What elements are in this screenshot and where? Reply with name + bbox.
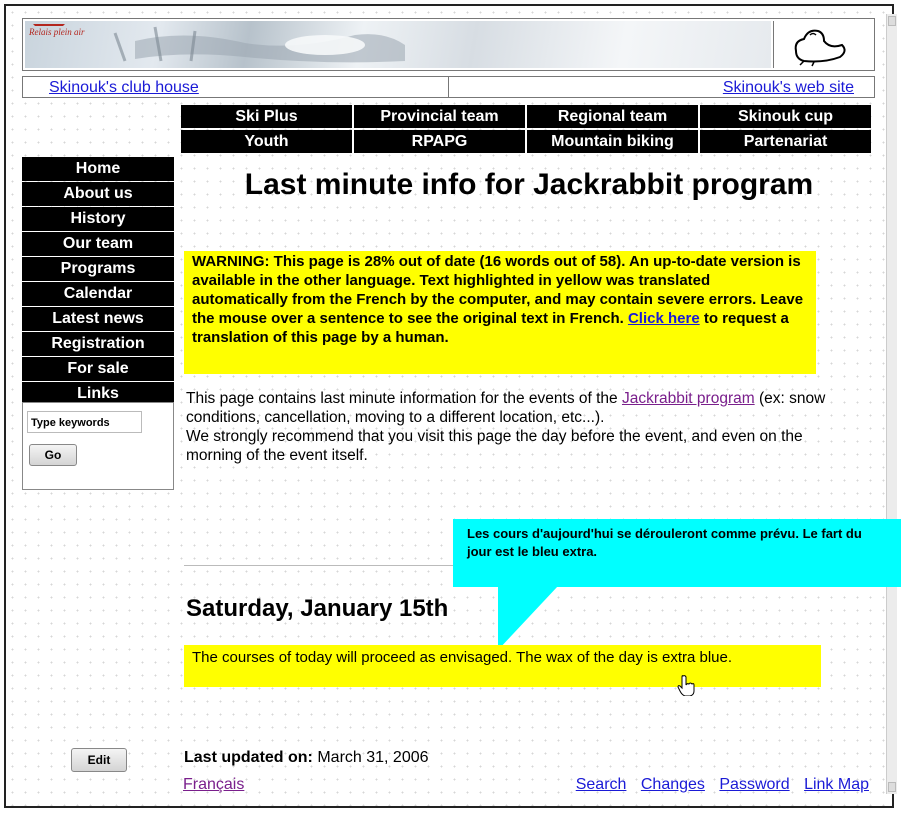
last-updated-label: Last updated on:	[184, 749, 313, 766]
snowy-owl-photo	[113, 26, 405, 63]
divider	[448, 77, 449, 97]
sidenav-our-team[interactable]: Our team	[22, 232, 174, 256]
event-date-heading: Saturday, January 15th	[186, 595, 449, 622]
translated-sentence[interactable]: The courses of today will proceed as env…	[184, 645, 821, 687]
hand-pointer-icon	[677, 675, 695, 697]
top-navigation: Ski Plus Provincial team Regional team S…	[181, 105, 871, 153]
search-input[interactable]: Type keywords	[27, 411, 142, 433]
header-banner: Relais plein air	[22, 18, 875, 71]
francais-link[interactable]: Français	[183, 776, 244, 794]
password-link[interactable]: Password	[719, 776, 789, 793]
edit-button[interactable]: Edit	[71, 748, 127, 772]
sidenav-latest-news[interactable]: Latest news	[22, 307, 174, 331]
sidenav-programs[interactable]: Programs	[22, 257, 174, 281]
sidenav-about-us[interactable]: About us	[22, 182, 174, 206]
original-french-tooltip: Les cours d'aujourd'hui se dérouleront c…	[453, 519, 901, 587]
owl-logo	[773, 21, 872, 68]
recommend-text: We strongly recommend that you visit thi…	[186, 428, 803, 464]
scroll-down-arrow[interactable]	[888, 782, 896, 792]
page-title: Last minute info for Jackrabbit program	[244, 168, 814, 201]
changes-link[interactable]: Changes	[641, 776, 705, 793]
outdated-warning: WARNING: This page is 28% out of date (1…	[184, 251, 816, 374]
last-updated-date: March 31, 2006	[312, 749, 429, 766]
topnav-regional-team[interactable]: Regional team	[527, 105, 698, 128]
last-updated: Last updated on: March 31, 2006	[184, 749, 429, 767]
club-house-link[interactable]: Skinouk's club house	[49, 79, 199, 97]
link-map-link[interactable]: Link Map	[804, 776, 869, 793]
side-navigation: Home About us History Our team Programs …	[22, 157, 174, 407]
sidenav-for-sale[interactable]: For sale	[22, 357, 174, 381]
scrollbar[interactable]	[886, 14, 897, 794]
topnav-skinouk-cup[interactable]: Skinouk cup	[700, 105, 871, 128]
intro-text: This page contains last minute informati…	[186, 389, 826, 465]
search-panel: Type keywords Go	[22, 402, 174, 490]
scroll-up-arrow[interactable]	[888, 16, 896, 26]
footer-links: Search Changes Password Link Map	[566, 776, 869, 794]
owl-icon	[794, 29, 846, 67]
banner-image: Relais plein air	[25, 21, 771, 68]
jackrabbit-program-link[interactable]: Jackrabbit program	[622, 390, 755, 407]
sidenav-home[interactable]: Home	[22, 157, 174, 181]
topnav-partenariat[interactable]: Partenariat	[700, 130, 871, 153]
go-button[interactable]: Go	[29, 444, 77, 466]
topnav-youth[interactable]: Youth	[181, 130, 352, 153]
sidenav-calendar[interactable]: Calendar	[22, 282, 174, 306]
hand-cursor-icon	[677, 674, 695, 700]
topnav-rpapg[interactable]: RPAPG	[354, 130, 525, 153]
request-translation-link[interactable]: Click here	[628, 310, 700, 327]
club-links-bar: Skinouk's club house Skinouk's web site	[22, 76, 875, 98]
sidenav-registration[interactable]: Registration	[22, 332, 174, 356]
sidenav-history[interactable]: History	[22, 207, 174, 231]
topnav-ski-plus[interactable]: Ski Plus	[181, 105, 352, 128]
search-link[interactable]: Search	[576, 776, 627, 793]
intro-text-start: This page contains last minute informati…	[186, 390, 622, 407]
topnav-mountain-biking[interactable]: Mountain biking	[527, 130, 698, 153]
topnav-provincial-team[interactable]: Provincial team	[354, 105, 525, 128]
web-site-link[interactable]: Skinouk's web site	[723, 79, 854, 97]
